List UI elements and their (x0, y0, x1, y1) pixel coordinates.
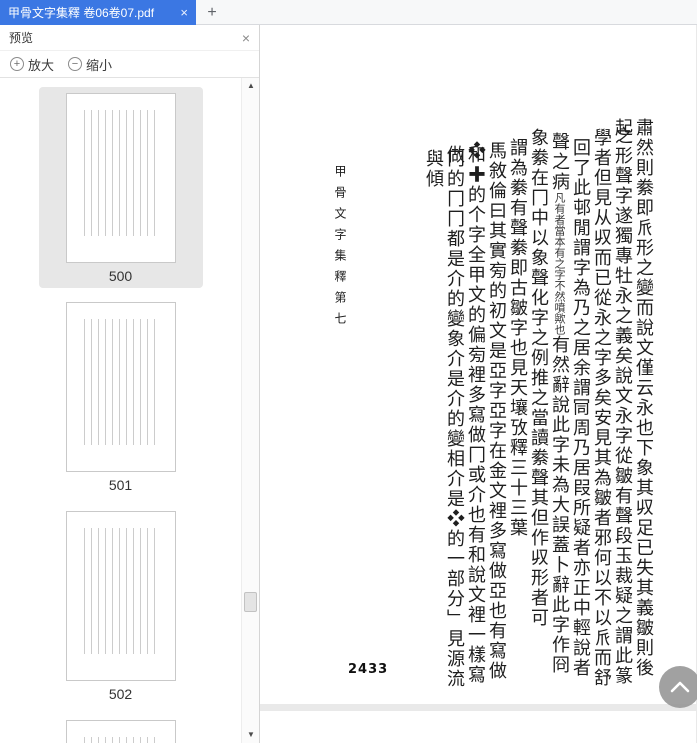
tab-pdf-document[interactable]: 甲骨文字集釋 卷06卷07.pdf × (0, 0, 196, 25)
zoom-in-button[interactable]: + 放大 (10, 55, 54, 74)
thumbnail-label: 501 (108, 477, 133, 493)
zoom-out-label: 缩小 (86, 57, 113, 73)
pdf-page-500: 甲骨文字集釋第七 肅然則絭即𠂢形之變而說文僅云永也下象其𠬞足已失其義皺則後起 之… (260, 25, 696, 704)
thumbnail-image (65, 720, 176, 743)
browser-tab-bar: 甲骨文字集釋 卷06卷07.pdf × + (0, 0, 697, 25)
scroll-up-icon[interactable]: ▲ (242, 78, 260, 94)
window-content: 预览 × + 放大 − 缩小 500 501 502 ▲ ▼ 甲骨文字集釋第七 … (0, 25, 697, 743)
page-number: 2433 (348, 662, 389, 677)
zoom-out-icon: − (68, 57, 83, 71)
sidebar-header: 预览 × (0, 25, 259, 51)
thumbnail-label: 500 (108, 268, 133, 284)
manuscript-text: 肅然則絭即𠂢形之變而說文僅云永也下象其𠬞足已失其義皺則後起 之形聲字遂獨專牡永之… (423, 118, 658, 693)
back-to-top-button[interactable] (659, 666, 697, 708)
zoom-in-icon: + (10, 57, 24, 71)
thumbnail-text-pattern (83, 737, 158, 743)
tab-close-icon[interactable]: × (180, 6, 188, 19)
sidebar-close-icon[interactable]: × (242, 31, 250, 45)
thumbnail-page-500[interactable]: 500 (38, 87, 203, 288)
chevron-up-icon (670, 681, 690, 693)
thumbnail-page-501[interactable]: 501 (39, 296, 203, 497)
spine-label: 甲骨文字集釋第七 (333, 165, 347, 333)
thumbnail-text-pattern (83, 319, 158, 445)
preview-sidebar: 预览 × + 放大 − 缩小 500 501 502 ▲ ▼ (0, 25, 260, 743)
text-column: 肅然則絭即𠂢形之變而說文僅云永也下象其𠬞足已失其義皺則後起 (612, 118, 654, 678)
thumbnail-text-pattern (83, 528, 158, 654)
sidebar-scrollbar[interactable]: ▲ ▼ (241, 78, 259, 743)
sidebar-title: 预览 (9, 31, 34, 45)
new-tab-button[interactable]: + (202, 3, 222, 23)
interlinear-note: 凡有者當本有之字不然噴歟也 (553, 192, 566, 335)
thumbnail-label: 502 (108, 686, 133, 702)
pdf-page-501-partial (260, 711, 696, 743)
scrollbar-thumb[interactable] (244, 592, 257, 612)
thumbnail-page-502[interactable]: 502 (39, 505, 203, 706)
thumbnail-text-pattern (83, 110, 158, 236)
zoom-out-button[interactable]: − 缩小 (68, 55, 112, 74)
zoom-in-label: 放大 (28, 57, 55, 73)
thumbnail-image (65, 93, 176, 263)
thumbnail-page-503[interactable] (39, 714, 203, 743)
scroll-down-icon[interactable]: ▼ (242, 727, 260, 743)
zoom-toolbar: + 放大 − 缩小 (0, 51, 259, 78)
tab-title: 甲骨文字集釋 卷06卷07.pdf (8, 6, 155, 20)
pdf-viewport[interactable]: 甲骨文字集釋第七 肅然則絭即𠂢形之變而說文僅云永也下象其𠬞足已失其義皺則後起 之… (260, 25, 697, 743)
thumbnail-image (65, 511, 176, 681)
thumbnail-list: 500 501 502 (0, 79, 241, 743)
thumbnail-image (65, 302, 176, 472)
